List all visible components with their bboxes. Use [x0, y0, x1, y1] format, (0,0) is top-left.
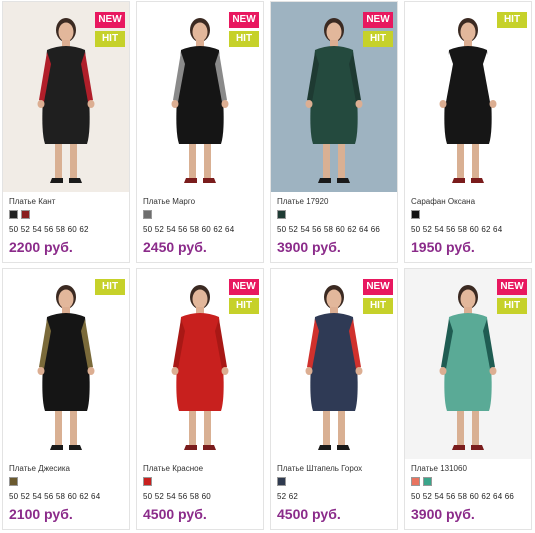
product-grid: NEW HIT Платье Кант 50 52 54 56 58 60 62 220…: [2, 1, 532, 530]
hit-badge: HIT: [363, 31, 393, 47]
product-name[interactable]: Платье 131060: [411, 464, 467, 473]
color-swatch[interactable]: [143, 477, 152, 486]
color-swatches: [9, 477, 18, 486]
product-name[interactable]: Платье Красное: [143, 464, 203, 473]
hit-badge: HIT: [229, 31, 259, 47]
hit-badge: HIT: [95, 31, 125, 47]
color-swatch[interactable]: [9, 210, 18, 219]
new-badge: NEW: [229, 279, 259, 295]
badge-stack: HIT: [497, 12, 527, 28]
badge-stack: NEW HIT: [363, 279, 393, 314]
new-badge: NEW: [497, 279, 527, 295]
badge-stack: NEW HIT: [229, 12, 259, 47]
hit-badge: HIT: [229, 298, 259, 314]
color-swatches: [143, 210, 152, 219]
new-badge: NEW: [229, 12, 259, 28]
badge-stack: NEW HIT: [229, 279, 259, 314]
size-list: 52 62: [277, 492, 299, 501]
new-badge: NEW: [95, 12, 125, 28]
color-swatches: [9, 210, 30, 219]
size-list: 50 52 54 56 58 60 62 64: [411, 225, 503, 234]
product-card[interactable]: NEW HIT Платье Штапель Горох 52 62 4500 руб.: [270, 268, 398, 530]
color-swatch[interactable]: [277, 210, 286, 219]
color-swatches: [277, 477, 286, 486]
product-card[interactable]: HIT Сарафан Оксана 50 52 54 56 58 60 62 64…: [404, 1, 532, 263]
hit-badge: HIT: [363, 298, 393, 314]
badge-stack: HIT: [95, 279, 125, 295]
product-name[interactable]: Платье Кант: [9, 197, 55, 206]
color-swatch[interactable]: [411, 477, 420, 486]
product-price: 2200 руб.: [9, 239, 73, 255]
color-swatch[interactable]: [143, 210, 152, 219]
new-badge: NEW: [363, 12, 393, 28]
product-photo[interactable]: [405, 2, 531, 192]
new-badge: NEW: [363, 279, 393, 295]
product-price: 3900 руб.: [411, 506, 475, 522]
product-card[interactable]: NEW HIT Платье Красное 50 52 54 56 58 60 450…: [136, 268, 264, 530]
product-card[interactable]: NEW HIT Платье 17920 50 52 54 56 58 60 62 6…: [270, 1, 398, 263]
product-name[interactable]: Платье 17920: [277, 197, 328, 206]
color-swatch[interactable]: [9, 477, 18, 486]
product-price: 2100 руб.: [9, 506, 73, 522]
color-swatches: [411, 210, 420, 219]
product-price: 1950 руб.: [411, 239, 475, 255]
size-list: 50 52 54 56 58 60 62 64 66: [277, 225, 381, 234]
badge-stack: NEW HIT: [95, 12, 125, 47]
hit-badge: HIT: [95, 279, 125, 295]
product-card[interactable]: NEW HIT Платье Кант 50 52 54 56 58 60 62 220…: [2, 1, 130, 263]
color-swatches: [411, 477, 432, 486]
size-list: 50 52 54 56 58 60: [143, 492, 211, 501]
color-swatch[interactable]: [423, 477, 432, 486]
product-price: 4500 руб.: [277, 506, 341, 522]
badge-stack: NEW HIT: [363, 12, 393, 47]
size-list: 50 52 54 56 58 60 62: [9, 225, 89, 234]
hit-badge: HIT: [497, 12, 527, 28]
color-swatches: [143, 477, 152, 486]
product-name[interactable]: Платье Марго: [143, 197, 195, 206]
product-price: 3900 руб.: [277, 239, 341, 255]
product-card[interactable]: NEW HIT Платье 131060 50 52 54 56 58 60 62 …: [404, 268, 532, 530]
hit-badge: HIT: [497, 298, 527, 314]
badge-stack: NEW HIT: [497, 279, 527, 314]
product-photo[interactable]: [3, 269, 129, 459]
product-name[interactable]: Платье Штапель Горох: [277, 464, 362, 473]
size-list: 50 52 54 56 58 60 62 64 66: [411, 492, 515, 501]
color-swatch[interactable]: [411, 210, 420, 219]
product-name[interactable]: Платье Джесика: [9, 464, 70, 473]
size-list: 50 52 54 56 58 60 62 64: [143, 225, 235, 234]
product-card[interactable]: NEW HIT Платье Марго 50 52 54 56 58 60 62 6…: [136, 1, 264, 263]
product-price: 2450 руб.: [143, 239, 207, 255]
product-price: 4500 руб.: [143, 506, 207, 522]
color-swatch[interactable]: [277, 477, 286, 486]
size-list: 50 52 54 56 58 60 62 64: [9, 492, 101, 501]
color-swatches: [277, 210, 286, 219]
product-card[interactable]: HIT Платье Джесика 50 52 54 56 58 60 62 64…: [2, 268, 130, 530]
product-name[interactable]: Сарафан Оксана: [411, 197, 475, 206]
color-swatch[interactable]: [21, 210, 30, 219]
